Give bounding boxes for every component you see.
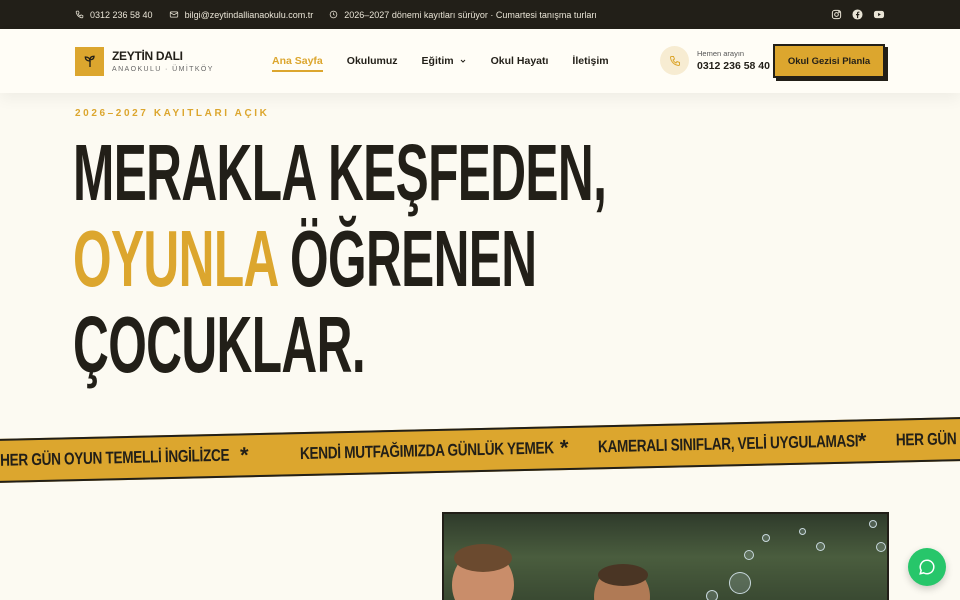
facebook-icon[interactable] <box>852 9 863 20</box>
topbar-notice: 2026–2027 dönemi kayıtları sürüyor · Cum… <box>329 10 597 20</box>
call-number: 0312 236 58 40 <box>697 60 770 72</box>
nav-label: Eğitim <box>421 55 454 67</box>
child-hair-left <box>454 544 512 572</box>
topbar-phone-text: 0312 236 58 40 <box>90 9 153 20</box>
bubble <box>876 542 886 552</box>
chevron-down-icon <box>460 59 465 63</box>
nav-label: Okul Hayatı <box>490 55 549 67</box>
ribbon-separator: * <box>559 434 569 461</box>
call-text: Hemen arayın 0312 236 58 40 <box>697 49 770 72</box>
nav-label: Okulumuz <box>346 55 398 67</box>
mail-icon <box>169 11 178 18</box>
bubble <box>869 520 877 528</box>
hero-photo <box>442 512 889 600</box>
ribbon-item: KAMERALI SINIFLAR, VELİ UYGULAMASI <box>597 431 859 457</box>
headline-line-3: ÇOCUKLAR. <box>73 300 366 389</box>
headline-line-2-rest: ÖĞRENEN <box>276 214 537 303</box>
bubble <box>744 550 754 560</box>
bubble <box>799 528 806 535</box>
topbar-notice-text: 2026–2027 dönemi kayıtları sürüyor · Cum… <box>344 9 597 20</box>
ribbon-item: KENDİ MUTFAĞIMIZDA GÜNLÜK YEMEK <box>299 438 554 464</box>
nav-item-okulumuz[interactable]: Okulumuz <box>347 55 398 67</box>
brand-subtitle: ANAOKULU · ÜMİTKÖY <box>112 66 214 73</box>
logo-text[interactable]: ZEYTİN DALI ANAOKULU · ÜMİTKÖY <box>112 49 214 73</box>
nav-label: İletişim <box>572 55 609 67</box>
ribbon-track: HER GÜN OYUN TEMELLİ İNGİLİZCE * KENDİ M… <box>0 421 960 474</box>
features-ribbon: HER GÜN OYUN TEMELLİ İNGİLİZCE * KENDİ M… <box>0 416 960 484</box>
site-header: ZEYTİN DALI ANAOKULU · ÜMİTKÖY Ana Sayfa… <box>0 29 960 93</box>
hero-eyebrow: 2026–2027 KAYITLARI AÇIK <box>75 108 270 119</box>
ribbon-separator: * <box>857 428 867 454</box>
youtube-icon[interactable] <box>873 9 885 20</box>
ribbon-item: HER GÜN OYUN TEMELLİ İNGİLİZCE <box>0 445 230 470</box>
instagram-icon[interactable] <box>831 9 842 20</box>
bubble <box>729 572 751 594</box>
bubble <box>706 590 718 600</box>
top-bar: 0312 236 58 40 bilgi@zeytindallianaokulu… <box>0 0 960 29</box>
sprout-icon <box>84 55 95 67</box>
logo-mark[interactable] <box>75 46 104 76</box>
headline-line-2: OYUNLA ÖĞRENEN <box>73 216 606 302</box>
clock-icon <box>330 10 338 19</box>
call-block[interactable]: Hemen arayın 0312 236 58 40 <box>660 46 770 75</box>
ribbon-item: HER GÜN OYUN TEMELLİ İNGİLİZCE <box>895 425 960 450</box>
bubble <box>762 534 770 542</box>
brand-name: ZEYTİN DALI <box>112 49 183 63</box>
nav-item-iletisim[interactable]: İletişim <box>572 55 608 67</box>
nav-item-egitim[interactable]: Eğitim <box>422 55 467 67</box>
social-links <box>831 9 885 20</box>
hero-headline: MERAKLA KEŞFEDEN, OYUNLA ÖĞRENEN ÇOCUKLA… <box>73 128 607 389</box>
chat-bubble-icon <box>919 559 935 575</box>
chat-button[interactable] <box>908 548 946 586</box>
call-icon-circle <box>660 46 689 75</box>
phone-icon <box>75 10 84 19</box>
plan-tour-button[interactable]: Okul Gezisi Planla <box>773 44 885 78</box>
child-hair-right <box>598 564 648 586</box>
bubble <box>816 542 825 551</box>
headline-highlight: OYUNLA <box>73 214 277 303</box>
nav-label: Ana Sayfa <box>272 55 323 67</box>
headline-line-1: MERAKLA KEŞFEDEN, <box>73 128 607 217</box>
call-caption: Hemen arayın <box>697 49 745 58</box>
ribbon-separator: * <box>239 442 249 468</box>
topbar-email-text: bilgi@zeytindallianaokulu.com.tr <box>184 9 314 20</box>
topbar-email[interactable]: bilgi@zeytindallianaokulu.com.tr <box>169 9 314 20</box>
phone-icon <box>669 55 680 66</box>
topbar-phone[interactable]: 0312 236 58 40 <box>75 10 153 20</box>
main-nav: Ana Sayfa Okulumuz Eğitim Okul Hayatı İl… <box>272 29 609 93</box>
nav-item-okul-hayati[interactable]: Okul Hayatı <box>491 55 549 67</box>
nav-item-ana-sayfa[interactable]: Ana Sayfa <box>272 55 323 72</box>
